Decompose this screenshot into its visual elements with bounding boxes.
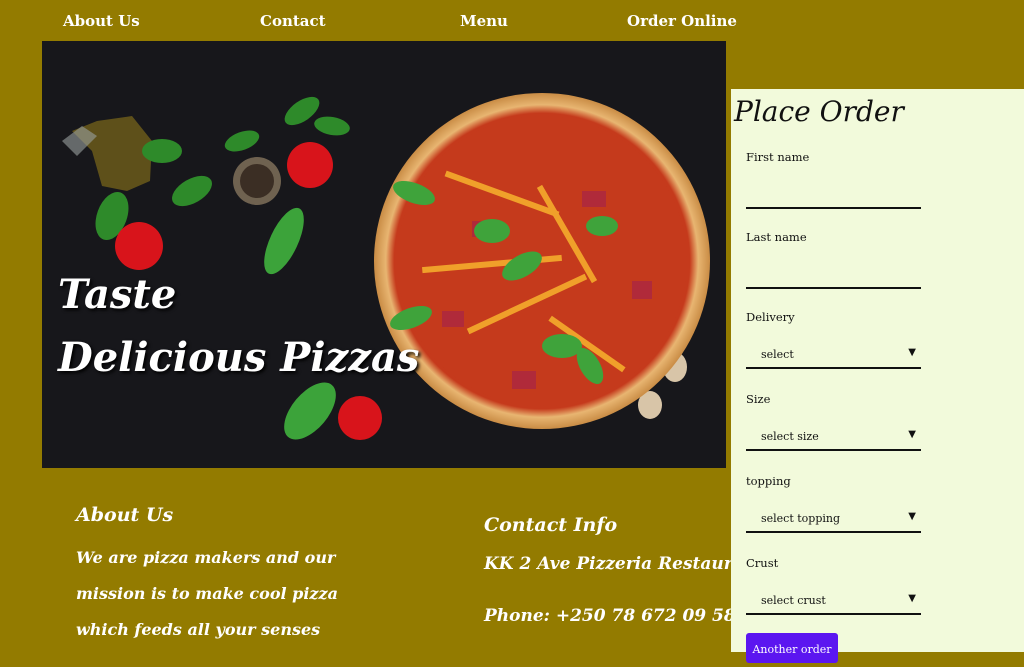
hero-title-line1: Taste bbox=[58, 271, 177, 318]
crust-label: Crust bbox=[746, 556, 779, 570]
nav-about-us[interactable]: About Us bbox=[63, 12, 140, 30]
nav-contact[interactable]: Contact bbox=[260, 12, 326, 30]
order-title: Place Order bbox=[734, 95, 904, 128]
delivery-select-value: select bbox=[761, 348, 794, 361]
size-label: Size bbox=[746, 392, 771, 406]
contact-address: KK 2 Ave Pizzeria Restaurant bbox=[484, 554, 764, 574]
delivery-label: Delivery bbox=[746, 310, 795, 324]
last-name-input[interactable] bbox=[746, 259, 921, 289]
another-order-button[interactable]: Another order bbox=[746, 633, 838, 663]
topping-select-value: select topping bbox=[761, 512, 841, 525]
last-name-label: Last name bbox=[746, 230, 807, 244]
contact-phone: Phone: +250 78 672 09 58 bbox=[484, 606, 736, 626]
dropdown-arrow-icon: ▼ bbox=[908, 347, 916, 358]
first-name-label: First name bbox=[746, 150, 810, 164]
about-heading: About Us bbox=[76, 504, 174, 526]
dropdown-arrow-icon: ▼ bbox=[908, 429, 916, 440]
crust-select-value: select crust bbox=[761, 594, 826, 607]
about-text: We are pizza makers and our mission is t… bbox=[76, 548, 338, 639]
hero-banner: Taste Delicious Pizzas bbox=[42, 41, 726, 468]
delivery-select[interactable]: select ▼ bbox=[746, 339, 921, 369]
dropdown-arrow-icon: ▼ bbox=[908, 593, 916, 604]
nav-order-online[interactable]: Order Online bbox=[627, 12, 737, 30]
contact-heading: Contact Info bbox=[484, 514, 618, 536]
size-select[interactable]: select size ▼ bbox=[746, 421, 921, 451]
topping-select[interactable]: select topping ▼ bbox=[746, 503, 921, 533]
top-nav: About Us Contact Menu Order Online bbox=[0, 0, 1024, 41]
first-name-input[interactable] bbox=[746, 179, 921, 209]
nav-menu[interactable]: Menu bbox=[460, 12, 508, 30]
size-select-value: select size bbox=[761, 430, 819, 443]
hero-title-line2: Delicious Pizzas bbox=[58, 334, 420, 381]
crust-select[interactable]: select crust ▼ bbox=[746, 585, 921, 615]
dropdown-arrow-icon: ▼ bbox=[908, 511, 916, 522]
order-panel: Place Order First name Last name Deliver… bbox=[731, 89, 1024, 663]
pizza-image bbox=[62, 93, 710, 440]
topping-label: topping bbox=[746, 474, 791, 488]
